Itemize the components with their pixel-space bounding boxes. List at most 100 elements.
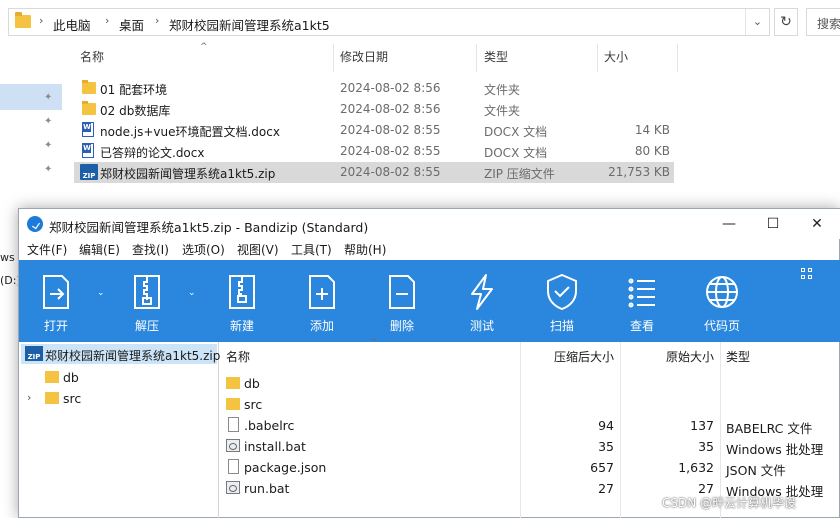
folder-icon	[226, 377, 240, 389]
column-header-size[interactable]: 原始大小	[666, 348, 714, 365]
toolbar-label: 添加	[309, 319, 334, 333]
column-header-date[interactable]: 修改日期	[340, 48, 388, 70]
codepage-button[interactable]: 代码页	[687, 260, 757, 342]
column-divider[interactable]	[333, 44, 334, 72]
breadcrumb-item[interactable]: 郑财校园新闻管理系统a1kt5	[169, 15, 330, 34]
column-divider[interactable]	[476, 44, 477, 72]
pin-icon: ✦	[44, 92, 53, 103]
chevron-down-icon[interactable]: ⌄	[745, 9, 769, 35]
list-item[interactable]: db	[220, 373, 840, 394]
file-date: 2024-08-02 8:55	[340, 165, 441, 179]
menu-bar: 文件(F) 编辑(E) 查找(I) 选项(O) 视图(V) 工具(T) 帮助(H…	[19, 239, 840, 259]
minimize-button[interactable]: —	[709, 213, 749, 235]
maximize-button[interactable]: ☐	[753, 213, 793, 235]
file-type: ZIP 压缩文件	[484, 167, 555, 181]
zip-icon: ZIP	[80, 164, 98, 180]
file-date: 2024-08-02 8:55	[340, 144, 441, 158]
file-row-selected[interactable]: ZIP 郑财校园新闻管理系统a1kt5.zip 2024-08-02 8:55 …	[74, 162, 674, 183]
open-button[interactable]: 打开	[21, 260, 91, 342]
zip-icon: ZIP	[25, 346, 43, 361]
breadcrumb-item[interactable]: 此电脑	[53, 15, 91, 34]
test-button[interactable]: 测试	[447, 260, 517, 342]
batch-icon	[226, 439, 240, 452]
toolbar-label: 测试	[469, 319, 494, 333]
list-item[interactable]: install.bat 35 35 Windows 批处理	[220, 436, 840, 457]
menu-tools[interactable]: 工具(T)	[291, 241, 332, 258]
scan-button[interactable]: 扫描	[527, 260, 597, 342]
word-icon	[82, 143, 94, 158]
folder-tree: ZIP 郑财校园新闻管理系统a1kt5.zip db › src	[19, 342, 220, 518]
column-divider[interactable]	[677, 44, 678, 72]
chevron-down-icon[interactable]: ⌄	[188, 288, 196, 298]
menu-view[interactable]: 视图(V)	[237, 241, 279, 258]
file-type: DOCX 文档	[484, 125, 548, 139]
column-header-type[interactable]: 类型	[726, 348, 750, 365]
file-type: DOCX 文档	[484, 146, 548, 160]
watermark: CSDN @畔云计算机毕设	[662, 496, 797, 510]
entry-packed: 657	[590, 460, 614, 475]
globe-icon	[706, 276, 738, 308]
file-row[interactable]: 01 配套环境 2024-08-02 8:56 文件夹	[74, 78, 674, 99]
layout-grid-icon[interactable]	[801, 268, 813, 280]
entry-size: 137	[690, 418, 714, 433]
file-size: 14 KB	[634, 123, 670, 137]
new-archive-button[interactable]: 新建	[207, 260, 277, 342]
bandizip-logo-icon	[27, 216, 43, 232]
delete-button[interactable]: 删除	[367, 260, 437, 342]
window-title: 郑财校园新闻管理系统a1kt5.zip - Bandizip (Standard…	[49, 220, 369, 235]
toolbar-label: 代码页	[703, 319, 740, 333]
menu-find[interactable]: 查找(I)	[132, 241, 169, 258]
entry-packed: 94	[598, 418, 614, 433]
entry-name: db	[244, 376, 260, 391]
sort-up-icon: ^	[200, 42, 208, 52]
column-divider[interactable]	[597, 44, 598, 72]
add-button[interactable]: 添加	[287, 260, 357, 342]
extract-button[interactable]: 解压	[112, 260, 182, 342]
column-header-name[interactable]: 名称	[80, 48, 104, 70]
file-type: 文件夹	[484, 83, 521, 97]
menu-help[interactable]: 帮助(H)	[344, 241, 386, 258]
tree-item-db[interactable]: db	[19, 367, 215, 387]
breadcrumb-item[interactable]: 桌面	[119, 15, 144, 34]
title-bar[interactable]: 郑财校园新闻管理系统a1kt5.zip - Bandizip (Standard…	[19, 209, 840, 239]
column-header-packed[interactable]: 压缩后大小	[554, 348, 614, 365]
column-header-size[interactable]: 大小	[604, 48, 628, 70]
refresh-button[interactable]: ↻	[774, 8, 798, 36]
search-input[interactable]: 搜索	[806, 8, 840, 36]
open-icon	[43, 275, 69, 309]
list-item[interactable]: package.json 657 1,632 JSON 文件	[220, 457, 840, 478]
file-date: 2024-08-02 8:56	[340, 102, 441, 116]
entry-name: .babelrc	[244, 418, 295, 433]
chevron-right-icon[interactable]: ›	[27, 391, 31, 404]
tree-root-item[interactable]: ZIP 郑财校园新闻管理系统a1kt5.zip	[21, 344, 220, 364]
list-item[interactable]: .babelrc 94 137 BABELRC 文件	[220, 415, 840, 436]
entry-packed: 27	[598, 481, 614, 496]
column-header-type[interactable]: 类型	[484, 48, 508, 70]
add-file-icon	[309, 275, 335, 309]
entry-size: 35	[698, 439, 714, 454]
tree-item-label: src	[63, 391, 82, 406]
chevron-right-icon: ›	[105, 14, 110, 27]
folder-icon	[82, 101, 96, 115]
menu-edit[interactable]: 编辑(E)	[79, 241, 120, 258]
file-row[interactable]: node.js+vue环境配置文档.docx 2024-08-02 8:55 D…	[74, 120, 674, 141]
list-item[interactable]: src	[220, 394, 840, 415]
menu-options[interactable]: 选项(O)	[182, 241, 225, 258]
chevron-down-icon[interactable]: ⌄	[97, 288, 105, 298]
folder-icon	[226, 398, 240, 410]
navigation-pane: ✦ ✦ ✦ ✦ ws (C (D:)	[0, 44, 62, 287]
menu-file[interactable]: 文件(F)	[27, 241, 67, 258]
file-row[interactable]: 02 db数据库 2024-08-02 8:56 文件夹	[74, 99, 674, 120]
address-bar[interactable]: › 此电脑 › 桌面 › 郑财校园新闻管理系统a1kt5 ⌄	[8, 8, 770, 36]
entry-name: src	[244, 397, 263, 412]
close-button[interactable]: ✕	[797, 213, 837, 235]
column-header-name[interactable]: 名称	[226, 348, 250, 365]
list-view-icon	[628, 278, 655, 308]
file-row[interactable]: 已答辩的论文.docx 2024-08-02 8:55 DOCX 文档 80 K…	[74, 141, 674, 162]
entry-name: package.json	[244, 460, 327, 475]
view-button[interactable]: 查看	[607, 260, 677, 342]
tree-item-src[interactable]: › src	[19, 388, 215, 408]
bandizip-window: 郑财校园新闻管理系统a1kt5.zip - Bandizip (Standard…	[18, 208, 840, 518]
file-name: 01 配套环境	[100, 83, 168, 97]
file-icon	[228, 417, 239, 432]
